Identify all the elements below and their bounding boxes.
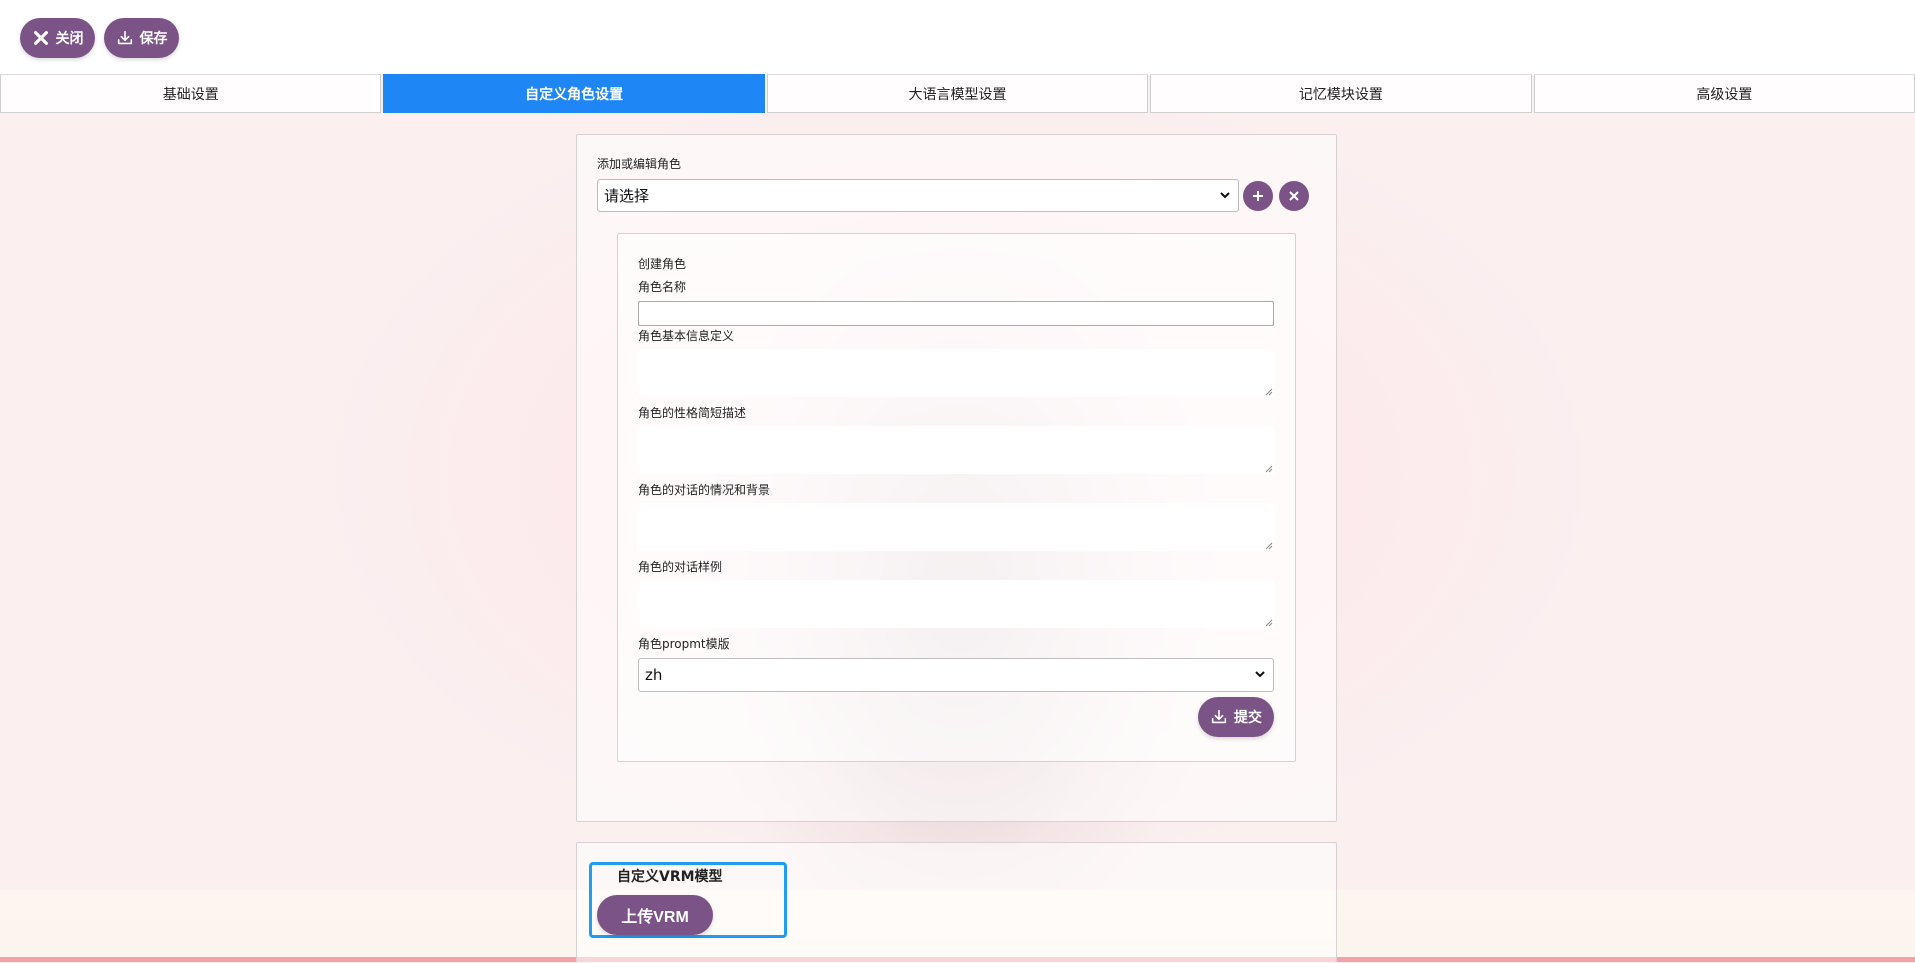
save-button[interactable]: 保存 [104,18,179,58]
plus-icon [1253,191,1263,201]
upload-vrm-label: 上传VRM [621,909,689,926]
examples-label: 角色的对话样例 [638,560,723,574]
tab-basic-settings[interactable]: 基础设置 [0,74,382,113]
resize-grip-icon [1265,542,1273,550]
add-character-button[interactable] [1243,181,1273,211]
chevron-down-icon [1255,671,1265,678]
character-name-input[interactable] [638,301,1274,326]
personality-textarea[interactable] [638,426,1274,474]
basic-info-textarea[interactable] [638,349,1274,397]
name-label: 角色名称 [638,280,687,294]
chevron-down-icon [1220,192,1230,199]
tab-memory-settings[interactable]: 记忆模块设置 [1150,74,1532,113]
tab-llm-settings[interactable]: 大语言模型设置 [766,74,1149,113]
character-select-value: 请选择 [604,187,650,205]
upload-vrm-button[interactable]: 上传VRM [597,895,713,935]
basic-info-label: 角色基本信息定义 [638,329,735,343]
prompt-template-label: 角色propmt模版 [638,637,730,651]
top-bar [0,0,1915,75]
resize-grip-icon [1265,619,1273,627]
download-icon [1211,709,1227,724]
delete-character-button[interactable] [1279,181,1309,211]
settings-tabs: 基础设置 自定义角色设置 大语言模型设置 记忆模块设置 高级设置 [0,74,1915,113]
prompt-template-value: zh [645,666,663,684]
resize-grip-icon [1265,465,1273,473]
tab-custom-character[interactable]: 自定义角色设置 [383,74,765,113]
submit-button-label: 提交 [1234,709,1262,725]
close-button-label: 关闭 [55,30,84,46]
close-icon [1289,191,1299,201]
close-button[interactable]: 关闭 [20,18,95,58]
prompt-template-select[interactable]: zh [638,658,1274,692]
scenario-label: 角色的对话的情况和背景 [638,483,771,497]
personality-label: 角色的性格简短描述 [638,406,747,420]
submit-button[interactable]: 提交 [1198,697,1274,737]
resize-grip-icon [1265,388,1273,396]
close-icon [33,31,48,45]
scenario-textarea[interactable] [638,503,1274,551]
tab-advanced-settings[interactable]: 高级设置 [1533,74,1915,113]
examples-textarea[interactable] [638,580,1274,628]
create-form-title: 创建角色 [638,257,687,271]
character-select[interactable]: 请选择 [597,179,1239,212]
vrm-title: 自定义VRM模型 [617,869,723,885]
download-icon [117,30,132,45]
character-section-label: 添加或编辑角色 [597,157,682,171]
save-button-label: 保存 [139,30,168,46]
